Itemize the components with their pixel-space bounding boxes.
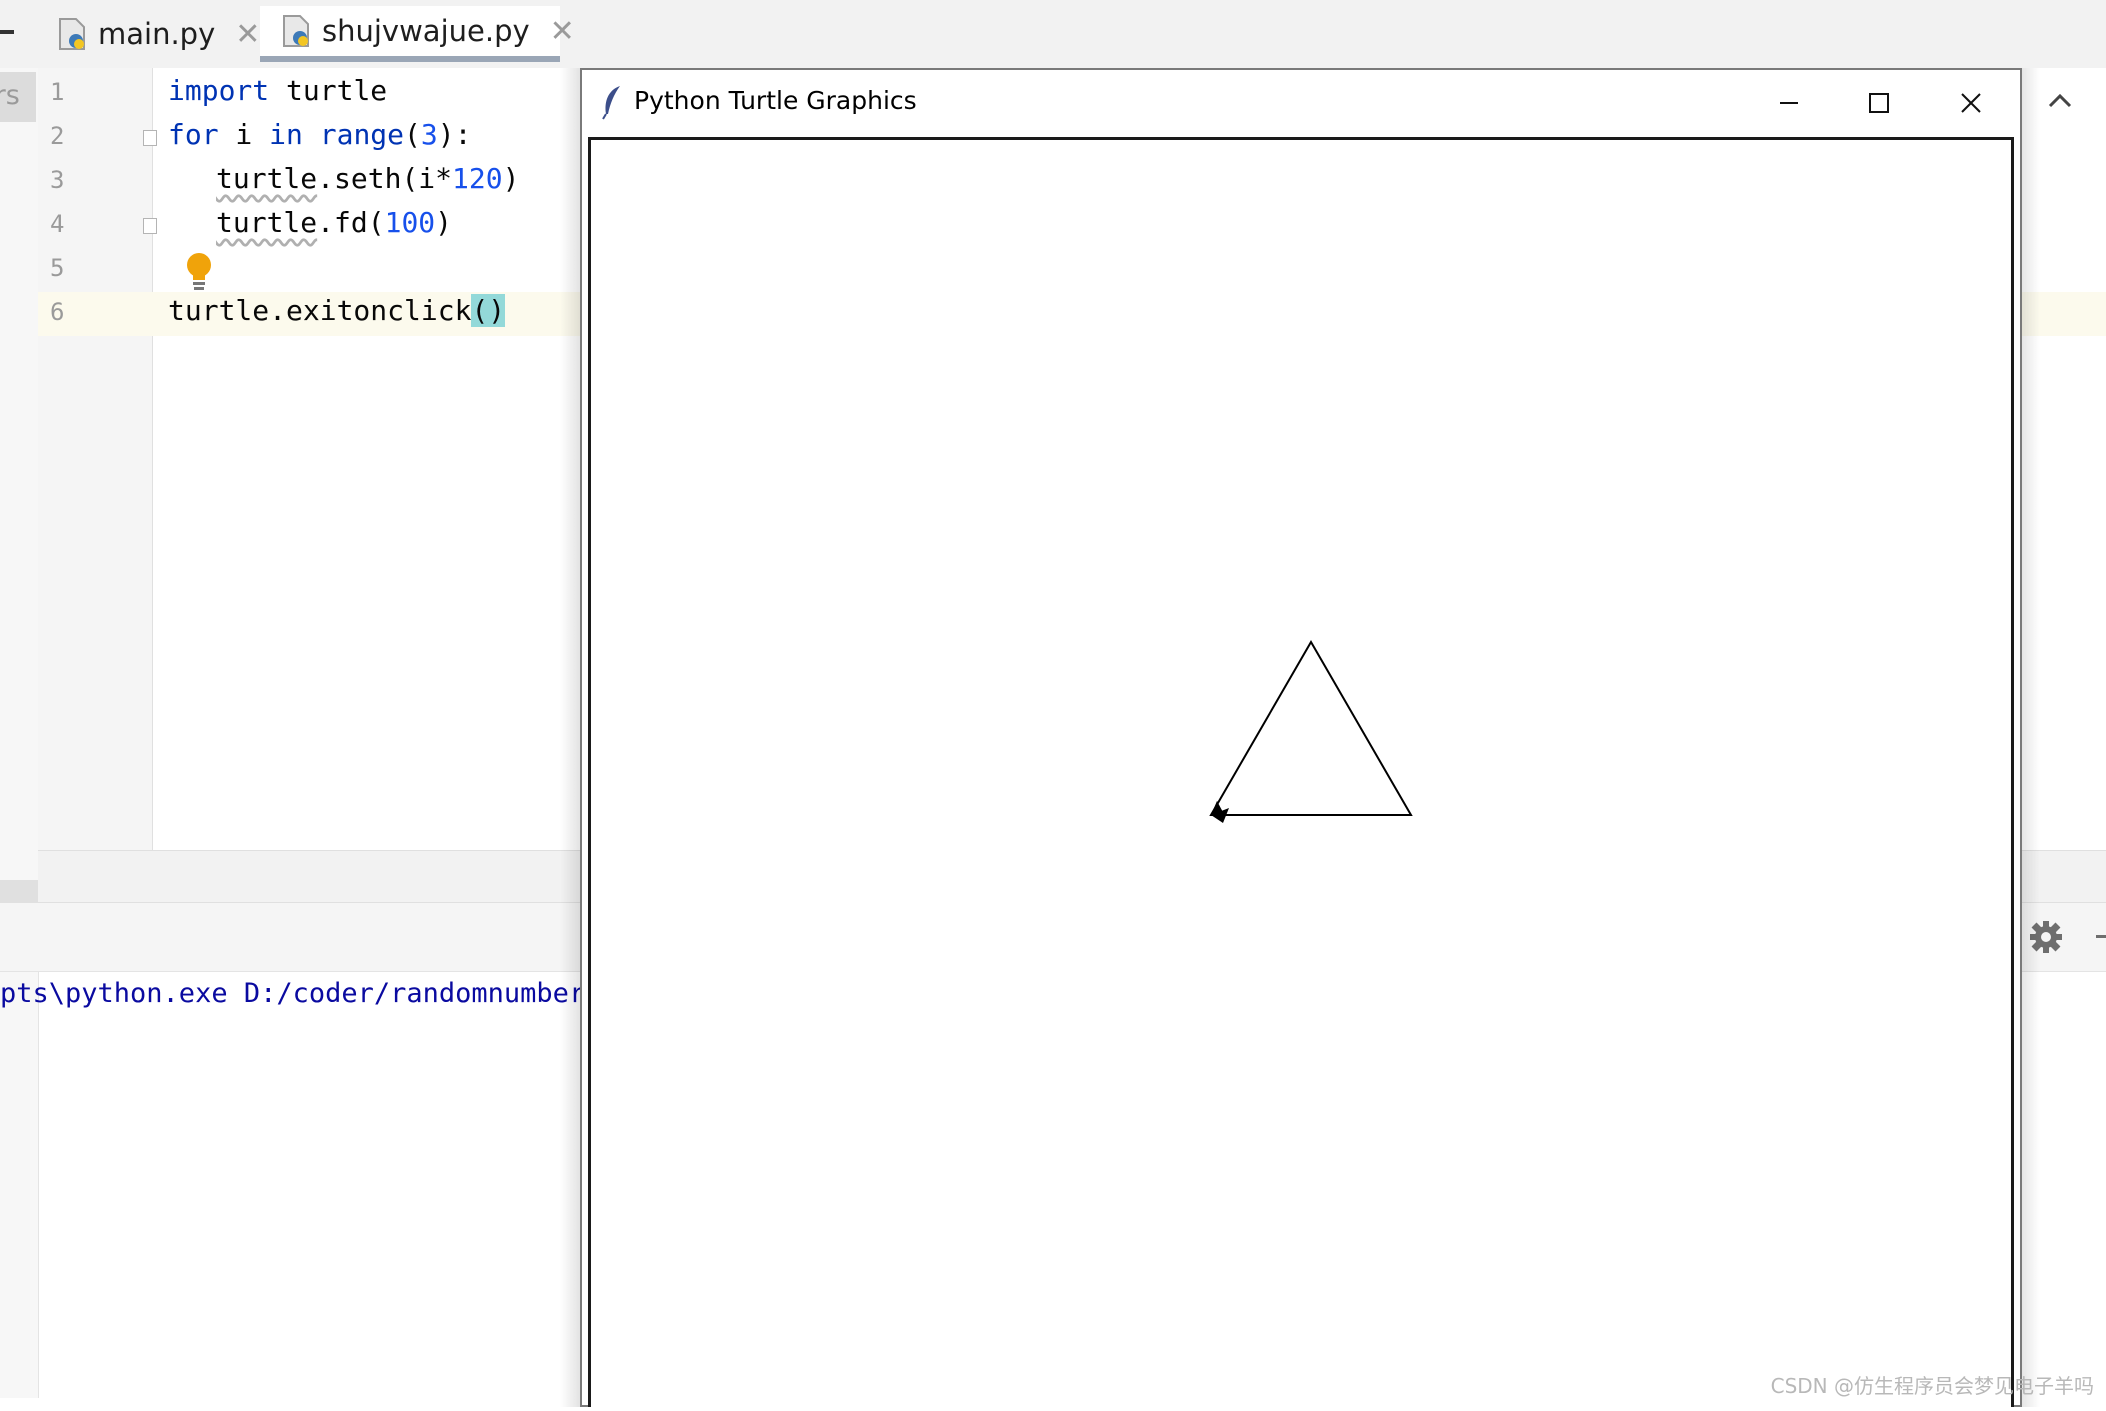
python-file-icon [282, 14, 310, 48]
number-literal: 120 [452, 162, 503, 195]
line-number: 4 [50, 210, 65, 238]
builtin-function: range [302, 118, 405, 151]
code-text: .fd( [317, 206, 385, 239]
console-output-line: pts\python.exe D:/coder/randomnumber [0, 978, 586, 1009]
tab-label: main.py [98, 17, 216, 51]
keyword: for [168, 118, 219, 151]
code-object: turtle [216, 162, 318, 195]
code-text: ) [435, 206, 453, 239]
project-tool-strip: ers [0, 68, 39, 1398]
line-number: 1 [50, 78, 65, 106]
feather-icon [600, 84, 624, 124]
maximize-button[interactable] [1834, 70, 1924, 136]
window-shadow [560, 68, 582, 1407]
turtle-drawing [1209, 640, 1413, 823]
code-line-6[interactable]: turtle.exitonclick() [168, 294, 506, 327]
minimize-button[interactable] [1744, 70, 1834, 136]
lightbulb-icon[interactable] [185, 252, 213, 296]
line-number: 2 [50, 122, 65, 150]
code-text: ( [404, 118, 421, 151]
fold-end-icon[interactable] [143, 218, 157, 234]
hide-panel-icon[interactable] [2096, 935, 2106, 938]
close-icon[interactable]: ✕ [235, 17, 260, 52]
python-file-icon [58, 17, 86, 51]
matched-brackets: () [471, 294, 506, 327]
code-line-4[interactable]: turtle.fd(100) [216, 206, 452, 239]
tab-shujvwajue-py[interactable]: shujvwajue.py ✕ [260, 6, 575, 62]
number-literal: 3 [420, 118, 438, 151]
line-number: 5 [50, 254, 65, 282]
fold-open-icon[interactable] [143, 130, 157, 146]
code-text: turtle.exitonclick [168, 294, 472, 327]
keyword: in [269, 118, 303, 151]
code-line-2[interactable]: for i in range(3): [168, 118, 471, 151]
tab-label: shujvwajue.py [322, 14, 530, 48]
code-text: i [218, 118, 270, 151]
turtle-window-title: Python Turtle Graphics [634, 86, 917, 115]
editor-tab-bar: main.py ✕ shujvwajue.py ✕ [0, 0, 2106, 69]
line-number: 6 [50, 298, 65, 326]
sidebar-tab-label: ers [0, 80, 20, 111]
code-text: ) [502, 162, 520, 195]
chevron-up-icon[interactable] [2046, 90, 2074, 114]
turtle-canvas[interactable] [588, 137, 2014, 1407]
keyword: import [168, 74, 270, 107]
sidebar-bottom-strip [0, 880, 38, 902]
code-text: turtle [269, 74, 388, 107]
code-text: .seth(i* [317, 162, 453, 195]
close-icon[interactable]: ✕ [550, 14, 575, 49]
number-literal: 100 [384, 206, 436, 239]
code-line-1[interactable]: import turtle [168, 74, 387, 107]
code-line-3[interactable]: turtle.seth(i*120) [216, 162, 519, 195]
watermark: CSDN @仿生程序员会梦见电子羊吗 [1770, 1374, 2094, 1398]
close-button[interactable] [1926, 70, 2016, 136]
collapse-icon[interactable] [0, 30, 14, 34]
code-text: ): [437, 118, 472, 151]
code-object: turtle [216, 206, 318, 239]
tab-main-py[interactable]: main.py ✕ [58, 6, 260, 62]
triangle-path [1209, 640, 1413, 816]
line-number: 3 [50, 166, 65, 194]
